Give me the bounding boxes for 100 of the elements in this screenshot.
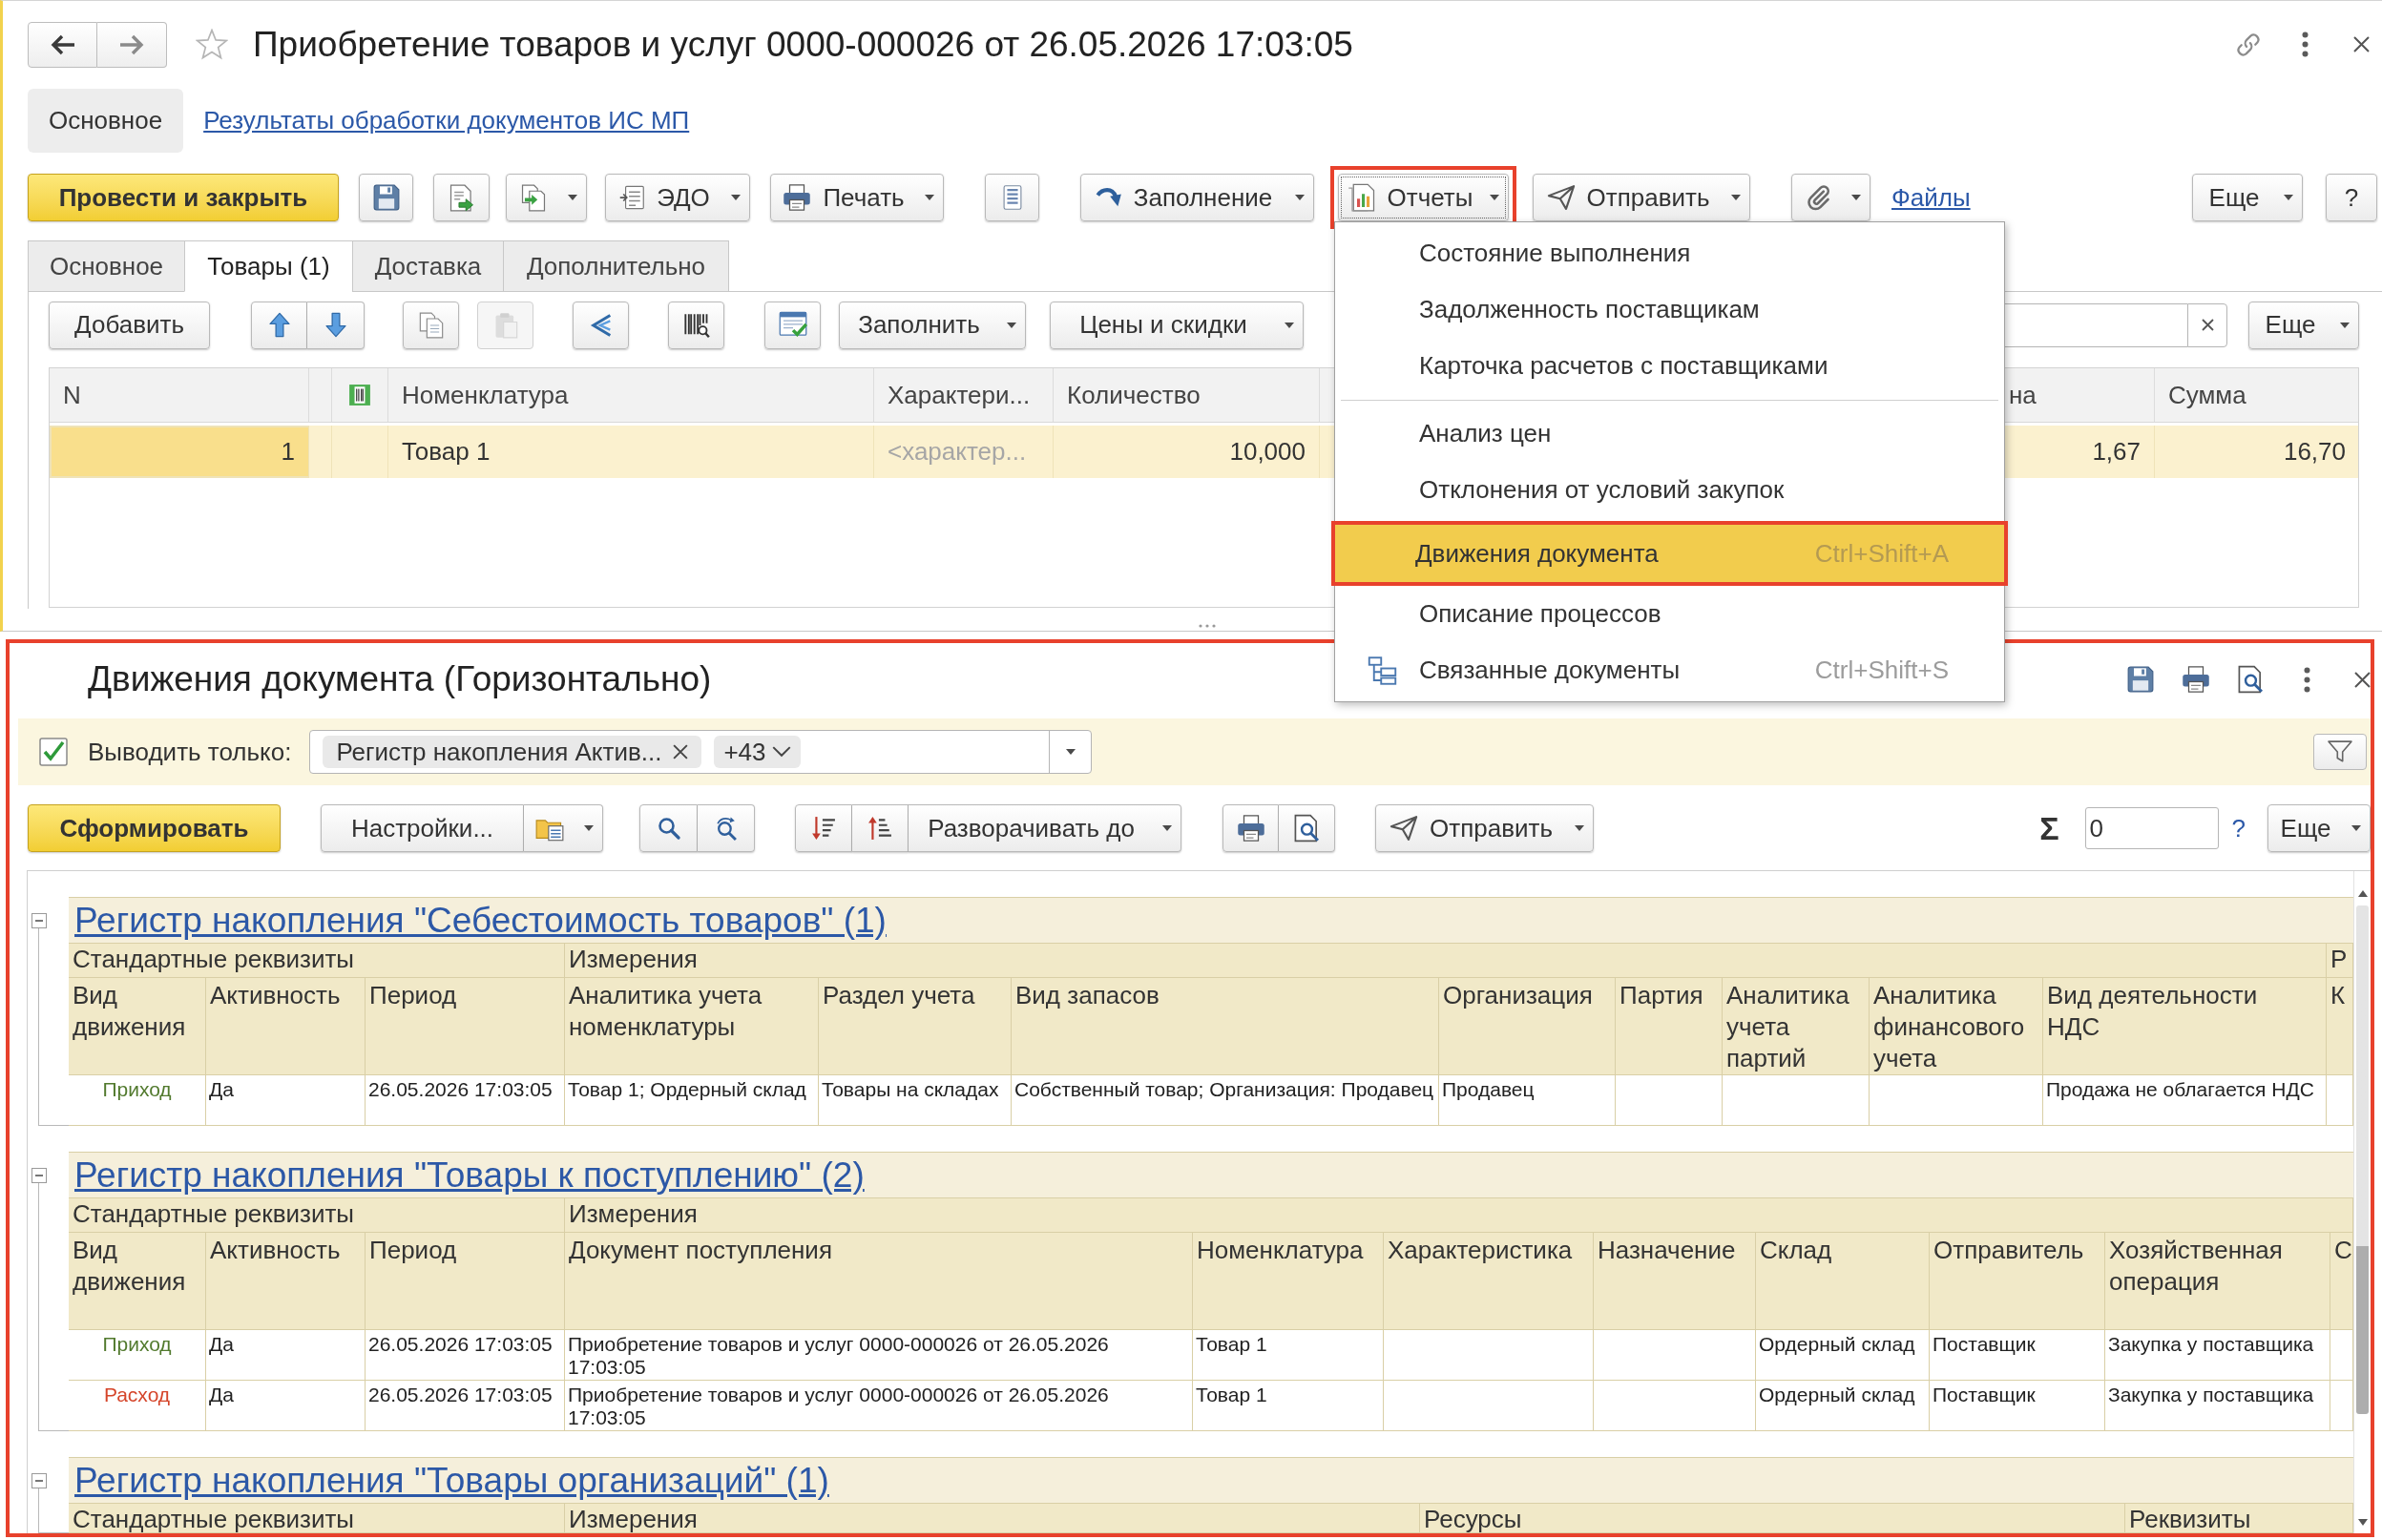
panel-title: Движения документа (Горизонтально) <box>88 658 712 701</box>
toolbar-button[interactable]: Цены и скидки <box>1050 301 1304 349</box>
menu-item[interactable]: Отклонения от условий закупок <box>1335 462 2004 518</box>
checkbox[interactable] <box>39 738 68 766</box>
help-link[interactable]: ? <box>2231 809 2246 847</box>
icon-button[interactable] <box>852 804 909 852</box>
icon-button[interactable] <box>668 301 724 349</box>
close-icon[interactable] <box>2354 671 2371 688</box>
filter-button[interactable] <box>2313 734 2367 770</box>
print-preview-icon[interactable] <box>2237 665 2265 694</box>
table-cell: Товар 1 <box>388 426 874 478</box>
filter-field[interactable]: Регистр накопления Актив... +43 <box>309 730 1093 774</box>
star-icon[interactable] <box>196 29 228 60</box>
section-link[interactable]: Результаты обработки документов ИС МП <box>203 101 690 139</box>
toolbar-button[interactable]: Заполнить <box>839 301 1026 349</box>
tab[interactable]: Доставка <box>352 240 504 292</box>
table-cell: 1,67 <box>2006 426 2155 478</box>
tab[interactable]: Товары (1) <box>184 240 353 292</box>
more-icon[interactable] <box>2302 31 2309 57</box>
back-button[interactable] <box>28 21 97 68</box>
table-cell: 26.05.2026 17:03:05 <box>366 1330 565 1381</box>
menu-item[interactable]: Анализ цен <box>1335 406 2004 462</box>
icon-button[interactable] <box>698 804 755 852</box>
toolbar-button[interactable]: Настройки... <box>321 804 524 852</box>
toolbar-button[interactable]: Еще <box>2248 301 2359 349</box>
icon-button[interactable] <box>1791 174 1870 221</box>
toolbar-button[interactable]: Еще <box>2192 174 2303 221</box>
barcode-tag-icon <box>348 384 371 406</box>
table-check-icon <box>778 311 807 339</box>
column-header[interactable]: Номенклатура <box>388 368 874 422</box>
scroll-down-icon[interactable] <box>2357 1519 2368 1526</box>
menu-item[interactable]: Состояние выполнения <box>1335 225 2004 281</box>
search-icon <box>657 817 680 840</box>
icon-button[interactable] <box>795 804 852 852</box>
icon-button[interactable] <box>1222 804 1279 852</box>
menu-item[interactable]: Описание процессов <box>1335 586 2004 642</box>
table-cell: Собственный товар; Организация: Продавец <box>1012 1075 1439 1126</box>
icon-button[interactable] <box>639 804 698 852</box>
more-tag[interactable]: +43 <box>714 736 801 768</box>
toolbar-button[interactable]: Отчеты <box>1338 174 1509 221</box>
table-cell: Да <box>206 1381 366 1431</box>
scroll-up-icon[interactable] <box>2357 890 2368 897</box>
column-header: Склад <box>1756 1233 1930 1330</box>
menu-item[interactable]: Движения документа Ctrl+Shift+A <box>1331 521 2008 586</box>
caret-icon <box>731 195 741 200</box>
clear-icon <box>2201 319 2214 331</box>
save-icon[interactable] <box>2127 666 2154 693</box>
toolbar-button[interactable]: Разворачивать до <box>909 804 1181 852</box>
search-field[interactable] <box>2005 302 2187 347</box>
table-cell: Товар 1 <box>1193 1330 1384 1381</box>
table-cell: 10,000 <box>1054 426 1320 478</box>
column-header: Раздел учета <box>819 978 1012 1075</box>
tab[interactable]: Основное <box>28 240 185 292</box>
collapse-icon[interactable] <box>31 1473 47 1488</box>
clear-button[interactable] <box>2187 302 2227 347</box>
collapse-icon[interactable] <box>31 913 47 928</box>
toolbar-button[interactable]: Отправить <box>1533 174 1750 221</box>
column-header[interactable]: Сумма <box>2155 368 2358 422</box>
toolbar-button[interactable]: Еще <box>2267 804 2371 852</box>
column-header[interactable]: Количество <box>1054 368 1320 422</box>
toolbar-button[interactable]: Печать <box>770 174 944 221</box>
toolbar-button[interactable]: Отправить <box>1375 804 1594 852</box>
caret-icon <box>2284 195 2293 200</box>
table-cell: Поставщик <box>1930 1330 2105 1381</box>
caret-icon <box>1575 825 1584 831</box>
menu-item[interactable]: Связанные документы Ctrl+Shift+S <box>1335 642 2004 698</box>
toolbar-button[interactable]: ? <box>2326 174 2377 221</box>
collapse-icon[interactable] <box>31 1168 47 1183</box>
toolbar-button[interactable]: Добавить <box>49 301 210 349</box>
more-icon[interactable] <box>2304 666 2310 693</box>
column-header[interactable]: Характери... <box>874 368 1054 422</box>
caret-icon <box>1295 195 1305 200</box>
column-header[interactable]: N <box>50 368 309 422</box>
column-header[interactable]: на <box>2006 368 2155 422</box>
group-header: Стандартные реквизиты <box>69 1198 565 1233</box>
primary-button[interactable]: Провести и закрыть <box>28 174 339 221</box>
section-tab[interactable]: Основное <box>28 88 184 153</box>
column-header: Период <box>366 978 565 1075</box>
scrollbar-thumb[interactable] <box>2356 905 2369 1414</box>
menu-item[interactable]: Карточка расчетов с поставщиками <box>1335 338 2004 394</box>
table-cell: Да <box>206 1075 366 1126</box>
sum-field[interactable]: 0 <box>2084 807 2219 849</box>
column-header: К <box>2327 978 2353 1075</box>
sort-descending-icon <box>811 816 836 841</box>
column-header: Хозяйственная операция <box>2105 1233 2330 1330</box>
filter-tag[interactable]: Регистр накопления Актив... <box>323 736 702 768</box>
tab[interactable]: Дополнительно <box>503 240 729 292</box>
close-icon[interactable] <box>2353 36 2370 52</box>
menu-item[interactable]: Задолженность поставщикам <box>1335 281 2004 338</box>
table-cell: Приход <box>69 1330 206 1381</box>
icon-button[interactable] <box>573 301 629 349</box>
link[interactable]: Файлы <box>1891 178 1971 217</box>
printer-icon[interactable] <box>2182 665 2210 694</box>
toolbar-button[interactable]: Заполнение <box>1080 174 1314 221</box>
primary-button[interactable]: Сформировать <box>28 804 281 852</box>
toolbar-button[interactable]: ЭДО <box>605 174 750 221</box>
remove-icon[interactable] <box>673 744 689 760</box>
print-preview-icon <box>1292 814 1321 843</box>
icon-button[interactable] <box>1279 804 1335 852</box>
filter-label: Выводить только: <box>88 736 292 768</box>
